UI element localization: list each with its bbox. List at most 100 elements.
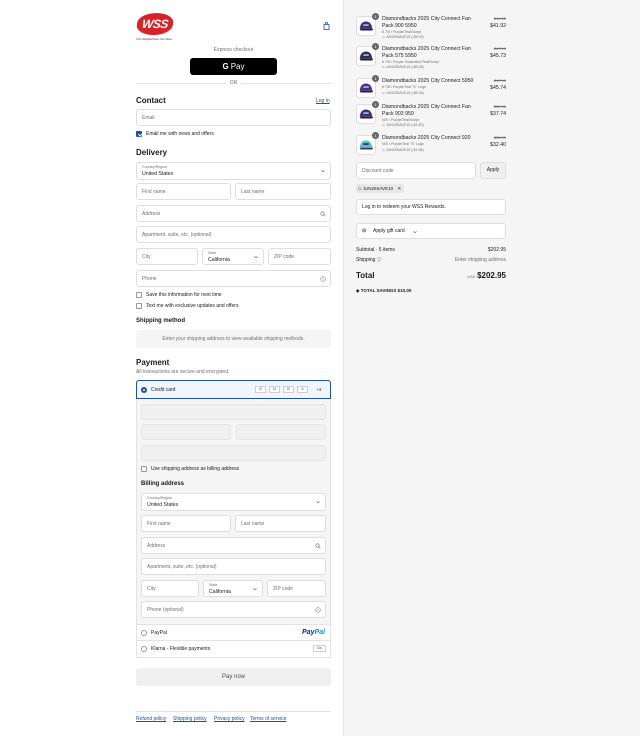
mastercard-icon: M — [269, 386, 280, 393]
address-placeholder: Address — [142, 211, 161, 217]
city-field[interactable]: City — [136, 248, 198, 265]
subtotal-row: Subtotal · 5 items $202.95 — [356, 247, 506, 253]
apartment-field[interactable]: Apartment, suite, etc. (optional) — [136, 226, 331, 243]
item-discount: ◇ JUN25SAVE10 (-$5.09) — [382, 35, 424, 39]
visa-icon: VI — [255, 386, 266, 393]
cart-item: 1 Diamondbacks 2025 City Connect Fan Pac… — [356, 43, 506, 69]
address-field[interactable]: Address — [136, 205, 331, 222]
credit-card-label: Credit card — [151, 387, 176, 393]
card-expiry-field[interactable] — [141, 424, 231, 440]
privacy-policy-link[interactable]: Privacy policy — [214, 716, 245, 722]
pay-now-button[interactable]: Pay now — [136, 668, 331, 686]
refund-policy-link[interactable]: Refund policy — [136, 716, 166, 722]
item-discount: ◇ JUN25SAVE10 (-$1.88) — [382, 148, 424, 152]
credit-card-option[interactable]: Credit card VI M DI A +4 — [136, 380, 331, 399]
billing-phone-field[interactable]: Phone (optional) ? — [141, 601, 326, 618]
use-shipping-label: Use shipping address as billing address — [151, 466, 240, 472]
billing-first-name-field[interactable]: First name — [141, 515, 231, 532]
shipping-row: Shipping ⓘ Enter shipping address — [356, 257, 506, 263]
item-price: $45.73 — [490, 53, 506, 59]
item-variant: N/S / Purple/Teal "S" Logo — [382, 142, 424, 146]
rewards-login-box[interactable]: Log in to redeem your WSS Rewards. — [356, 199, 506, 215]
card-name-field[interactable] — [141, 445, 326, 461]
klarna-logo-icon: kla — [313, 645, 326, 652]
item-price: $41.92 — [490, 23, 506, 29]
remove-code-icon[interactable]: ✕ — [397, 186, 401, 191]
state-select[interactable]: State California — [202, 248, 264, 265]
first-name-field[interactable]: First name — [136, 183, 231, 200]
country-label: Country/Region — [142, 165, 167, 169]
billing-last-name-field[interactable]: Last name — [235, 515, 326, 532]
klarna-label: Klarna - Flexible payments — [151, 646, 211, 652]
item-discount: ◇ JUN25SAVE10 (-$5.08) — [382, 65, 424, 69]
billing-country-select[interactable]: Country/Region United States — [141, 493, 326, 511]
cap-icon — [359, 140, 374, 150]
item-variant: N/S / Purple/Teal/Script — [382, 118, 420, 122]
billing-city-placeholder: City — [147, 586, 156, 592]
paypal-option[interactable]: PayPal PayPal — [136, 624, 331, 641]
billing-address-field[interactable]: Address — [141, 537, 326, 554]
logo-badge: WSS — [135, 13, 175, 35]
discount-code-input[interactable]: Discount code — [356, 162, 476, 179]
info-icon[interactable]: ⓘ — [377, 257, 382, 262]
billing-state-select[interactable]: State California — [203, 580, 263, 597]
save-info-label: Save this information for next time — [146, 292, 222, 298]
apply-discount-button[interactable]: Apply — [480, 162, 506, 179]
save-info-checkbox[interactable] — [136, 292, 142, 298]
card-cvv-field[interactable] — [236, 424, 326, 440]
text-me-checkbox[interactable] — [136, 303, 142, 309]
shopping-bag-icon[interactable] — [323, 22, 330, 30]
item-price: $32.40 — [490, 142, 506, 148]
cart-item: 1 Diamondbacks 2025 City Connect 920 N/S… — [356, 132, 506, 157]
store-logo[interactable]: WSS Your Neighborhood. Your Store. — [135, 13, 178, 43]
last-name-field[interactable]: Last name — [235, 183, 331, 200]
klarna-radio[interactable] — [141, 646, 147, 652]
zip-field[interactable]: ZIP code — [268, 248, 331, 265]
shipping-policy-link[interactable]: Shipping policy — [173, 716, 207, 722]
payment-title: Payment — [136, 358, 170, 367]
terms-of-service-link[interactable]: Terms of service — [250, 716, 286, 722]
item-original-price: $47.99 — [493, 78, 506, 83]
logo-text: WSS — [141, 17, 169, 31]
phone-field[interactable]: Phone ? — [136, 270, 331, 287]
item-discount: ◇ JUN25SAVE10 (-$1.83) — [382, 123, 424, 127]
chevron-down-icon — [316, 501, 320, 504]
news-checkbox[interactable] — [136, 131, 142, 137]
item-discount-text: JUN25SAVE10 (-$5.08) — [385, 65, 424, 69]
shipping-method-title: Shipping method — [136, 318, 185, 324]
paypal-radio[interactable] — [141, 630, 147, 636]
help-icon[interactable]: ? — [320, 276, 326, 282]
quantity-badge: 1 — [372, 75, 379, 82]
paypal-logo: PayPal — [302, 629, 325, 636]
billing-zip-field[interactable]: ZIP code — [267, 580, 326, 597]
cap-icon — [359, 109, 374, 119]
chevron-down-icon — [413, 231, 417, 234]
country-value: United States — [142, 171, 174, 177]
billing-country-value: United States — [147, 502, 179, 508]
klarna-option[interactable]: Klarna - Flexible payments kla — [136, 641, 331, 658]
help-icon[interactable]: ? — [315, 607, 321, 613]
item-discount-text: JUN25SAVE10 (-$1.83) — [385, 123, 424, 127]
tag-icon: ◇ — [358, 186, 362, 191]
chevron-down-icon — [253, 588, 257, 591]
credit-card-radio[interactable] — [141, 387, 147, 393]
card-number-field[interactable] — [141, 404, 326, 420]
applied-code-chip: ◇ JUN25SAVE10 ✕ — [356, 184, 405, 193]
login-link[interactable]: Log in — [316, 98, 330, 104]
billing-address-placeholder: Address — [147, 543, 166, 549]
payment-subtitle: All transactions are secure and encrypte… — [136, 369, 230, 375]
billing-last-name-placeholder: Last name — [241, 521, 265, 527]
country-select[interactable]: Country/Region United States — [136, 162, 331, 180]
email-field[interactable]: Email — [136, 109, 331, 126]
quantity-badge: 1 — [372, 101, 379, 108]
billing-apartment-field[interactable]: Apartment, suite, etc. (optional) — [141, 558, 326, 575]
subtotal-value: $202.95 — [487, 247, 506, 253]
svg-text:?: ? — [317, 608, 319, 612]
billing-city-field[interactable]: City — [141, 580, 199, 597]
express-checkout-title: Express checkout — [213, 47, 254, 53]
delivery-title: Delivery — [136, 148, 168, 157]
apply-gift-card-button[interactable]: ⊞ Apply gift card — [356, 223, 506, 239]
use-shipping-checkbox[interactable] — [141, 466, 147, 472]
quantity-badge: 1 — [372, 132, 379, 139]
google-pay-button[interactable]: G Pay — [190, 58, 277, 75]
